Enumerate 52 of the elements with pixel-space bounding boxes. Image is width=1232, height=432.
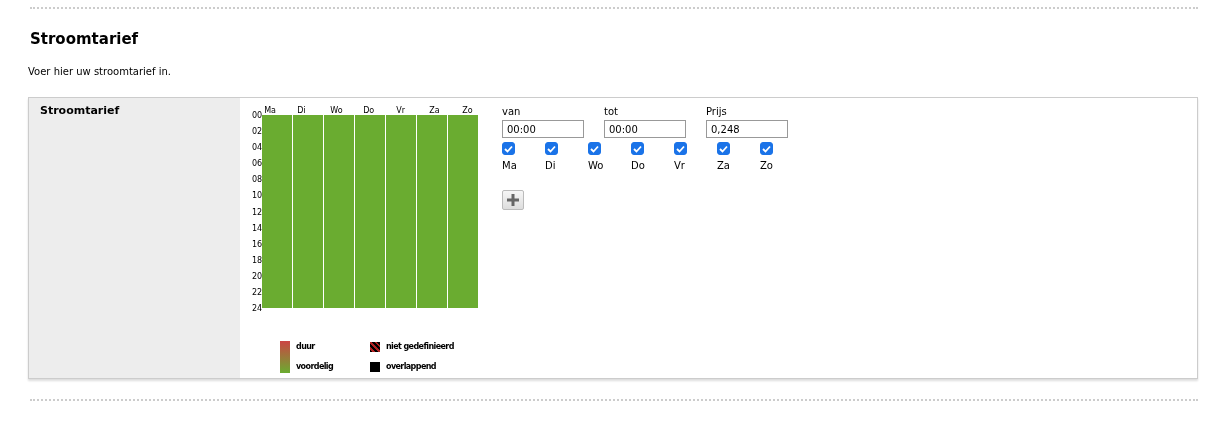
hour-label: 06 <box>252 159 263 171</box>
hour-label: 16 <box>252 239 263 251</box>
day-label: Wo <box>329 108 344 115</box>
legend-label: voordelig <box>296 362 335 372</box>
day-checkbox[interactable] <box>631 142 644 155</box>
to-time-field[interactable]: 00:00 <box>604 120 686 138</box>
hour-label: 04 <box>252 143 263 155</box>
legend-swatch <box>370 362 380 373</box>
hour-label: 18 <box>252 255 263 267</box>
day-label: Ma <box>502 160 518 171</box>
legend-label: duur <box>296 342 317 352</box>
intro-text: Voer hier uw stroomtarief in. <box>28 66 172 77</box>
day-label: Ma <box>263 108 277 115</box>
day-label: Za <box>428 108 441 115</box>
hour-label: 00 <box>252 111 263 122</box>
day-checkbox[interactable] <box>545 142 558 155</box>
day-label: Zo <box>760 160 774 171</box>
legend-label: overlappend <box>386 362 437 372</box>
field-label: tot <box>604 106 619 117</box>
hatched-swatch <box>370 342 380 353</box>
day-label: Di <box>545 160 557 171</box>
hour-label: 08 <box>252 175 263 187</box>
from-time-field[interactable]: 00:00 <box>502 120 584 138</box>
hour-label: 12 <box>252 207 263 219</box>
day-label: Do <box>362 108 376 115</box>
day-checkbox[interactable] <box>760 142 773 155</box>
legend-label: niet gedefinieerd <box>386 342 455 352</box>
price-field[interactable]: 0,248 <box>706 120 788 138</box>
hour-label: 02 <box>252 127 263 139</box>
field-label: Prijs <box>706 106 728 117</box>
panel-label: Stroomtarief <box>40 104 120 117</box>
day-label: Di <box>296 108 307 115</box>
day-label: Za <box>717 160 731 171</box>
plus-icon <box>506 193 520 207</box>
section-title: Stroomtarief <box>30 30 140 50</box>
day-label: Vr <box>674 160 686 171</box>
day-checkbox[interactable] <box>588 142 601 155</box>
hour-label: 24 <box>252 304 263 316</box>
field-label: van <box>502 106 522 117</box>
day-label: Zo <box>461 108 474 115</box>
hour-label: 14 <box>252 223 263 235</box>
gradient-swatch <box>280 341 290 374</box>
day-label: Wo <box>588 160 605 171</box>
hour-label: 20 <box>252 271 263 283</box>
hour-label: 22 <box>252 288 263 300</box>
day-checkbox[interactable] <box>717 142 730 155</box>
day-checkbox[interactable] <box>502 142 515 155</box>
day-checkbox[interactable] <box>674 142 687 155</box>
day-label: Do <box>631 160 646 171</box>
add-button[interactable] <box>502 190 524 210</box>
day-label: Vr <box>395 108 406 115</box>
hour-label: 10 <box>252 191 263 203</box>
